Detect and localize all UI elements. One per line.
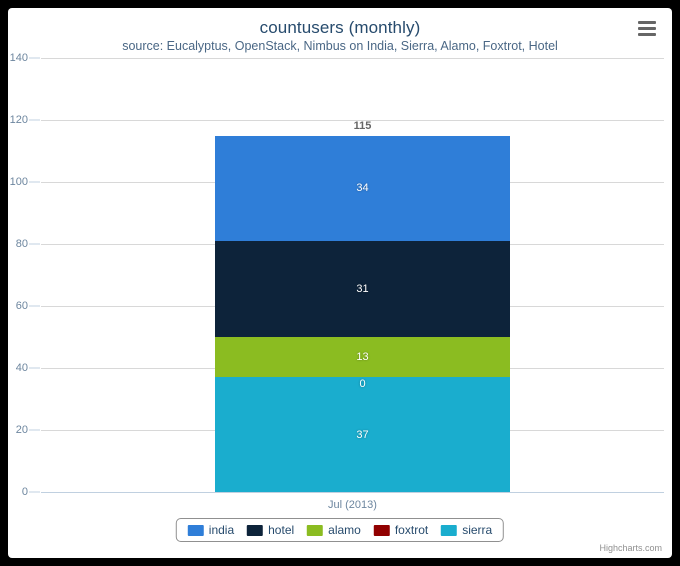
y-tick-140 (29, 57, 40, 59)
bar-segment-hotel[interactable]: 31 (215, 240, 510, 337)
bar-segment-sierra[interactable]: 37 (215, 377, 510, 492)
chart-subtitle: source: Eucalyptus, OpenStack, Nimbus on… (122, 39, 558, 53)
legend-swatch-foxtrot-icon (373, 524, 390, 536)
chart-legend: india hotel alamo foxtrot sierra (175, 518, 505, 542)
bar-label-india: 34 (356, 182, 369, 195)
chart-title: countusers (monthly) (259, 18, 421, 37)
y-tick-40 (29, 367, 40, 369)
hamburger-bar-1 (638, 20, 656, 24)
x-axis-category-label: Jul (2013) (328, 499, 377, 511)
legend-swatch-sierra-icon (441, 524, 458, 536)
gridline-140 (41, 58, 664, 59)
y-tick-20 (29, 429, 40, 431)
legend-swatch-alamo-icon (307, 524, 324, 536)
chart-surface: countusers (monthly) source: Eucalyptus,… (8, 8, 672, 558)
bar-label-foxtrot: 0 (359, 378, 366, 390)
bar-segment-india[interactable]: 34 (215, 135, 510, 241)
y-tick-60 (29, 305, 40, 307)
x-axis-line (41, 492, 664, 493)
legend-swatch-hotel-icon (247, 524, 264, 536)
y-axis-label-60: 60 (15, 300, 28, 312)
legend-label-sierra: sierra (462, 523, 493, 537)
bar-label-sierra: 37 (356, 428, 369, 441)
y-axis-label-20: 20 (15, 424, 28, 436)
bar-label-hotel: 31 (356, 282, 369, 295)
legend-label-india: india (208, 523, 235, 537)
y-tick-100 (29, 181, 40, 183)
y-tick-120 (29, 119, 40, 121)
y-tick-80 (29, 243, 40, 245)
bar-segment-alamo[interactable]: 13 (215, 337, 510, 378)
y-axis-label-140: 140 (9, 52, 28, 64)
legend-item-sierra[interactable]: sierra (441, 523, 492, 537)
y-axis-label-40: 40 (15, 362, 28, 374)
legend-item-foxtrot[interactable]: foxtrot (373, 523, 429, 537)
legend-swatch-india-icon (187, 524, 204, 536)
legend-item-india[interactable]: india (187, 523, 235, 537)
legend-label-alamo: alamo (328, 523, 361, 537)
y-tick-0 (29, 491, 40, 493)
y-axis-label-120: 120 (9, 114, 28, 126)
legend-item-hotel[interactable]: hotel (247, 523, 294, 537)
stack-total-label: 115 (353, 120, 372, 132)
hamburger-bar-2 (638, 26, 656, 30)
legend-item-alamo[interactable]: alamo (307, 523, 361, 537)
legend-label-hotel: hotel (268, 523, 295, 537)
legend-label-foxtrot: foxtrot (394, 523, 429, 537)
y-axis-label-100: 100 (9, 176, 28, 188)
hamburger-menu-icon[interactable] (632, 14, 662, 42)
plot-area: 140 120 100 80 60 40 20 0 34 31 13 37 0 … (10, 52, 664, 498)
bar-label-alamo: 13 (356, 351, 369, 364)
y-axis-label-0: 0 (21, 486, 28, 498)
credits-link[interactable]: Highcharts.com (599, 543, 662, 553)
y-axis-label-80: 80 (15, 238, 28, 250)
chart-outer-frame: countusers (monthly) source: Eucalyptus,… (0, 0, 680, 566)
hamburger-bar-3 (638, 32, 656, 36)
